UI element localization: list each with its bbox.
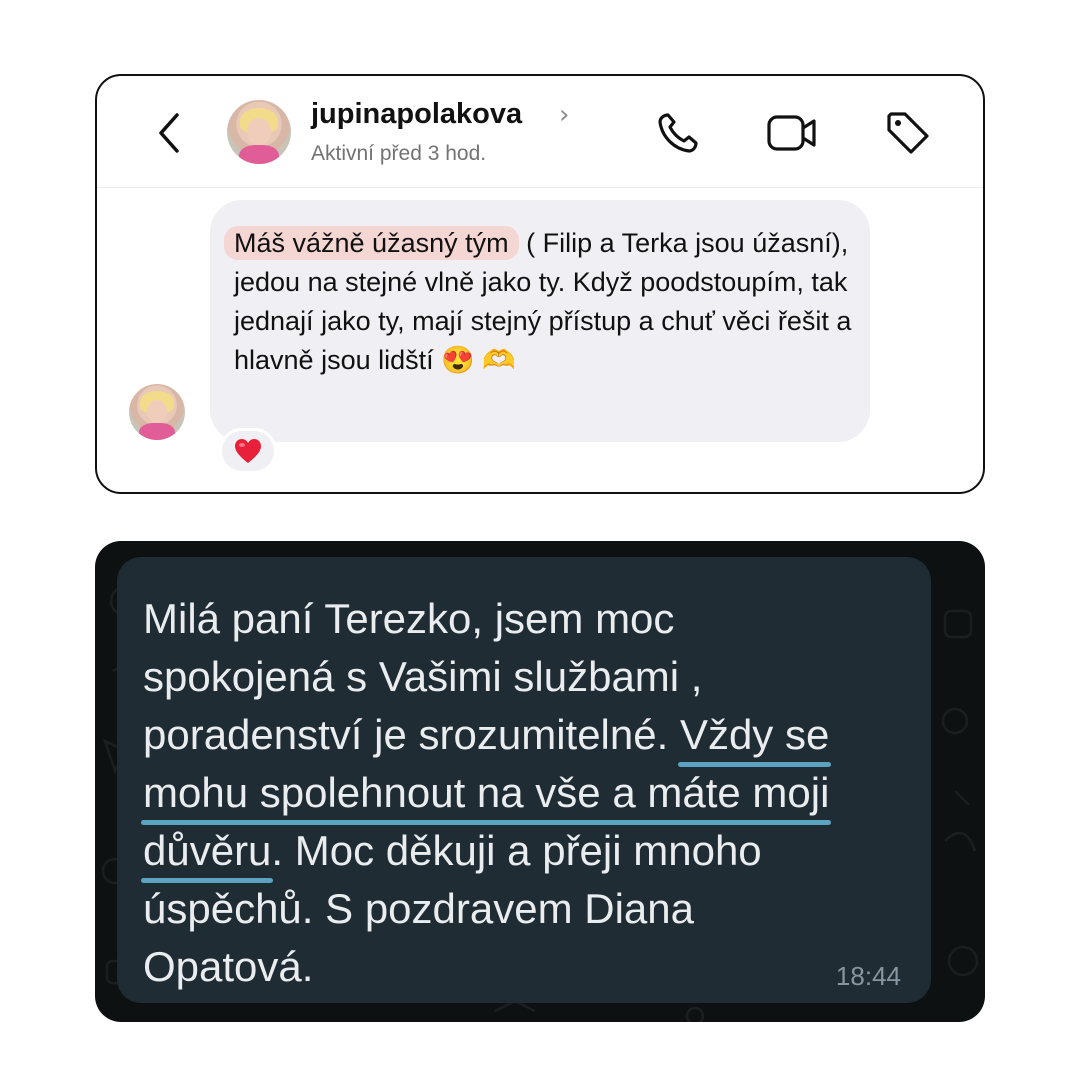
message-text: Máš vážně úžasný tým ( Filip a Terka jso… (224, 224, 854, 380)
message-line-text: . Moc děkuji a přeji mnoho (271, 827, 762, 874)
message-line: spokojená s Vašimi službami , (143, 653, 703, 700)
video-call-button[interactable] (765, 106, 819, 160)
emoji-reaction-text: 😍 🫶 (441, 345, 516, 375)
message-bubble[interactable]: Máš vážně úžasný tým ( Filip a Terka jso… (210, 200, 870, 442)
heart-reaction[interactable] (219, 428, 277, 474)
video-icon (767, 115, 816, 151)
message-line: Milá paní Terezko, jsem moc (143, 595, 675, 642)
profile-chevron-icon[interactable]: › (559, 100, 569, 130)
phone-icon (658, 113, 698, 153)
whatsapp-chat-card: Milá paní Terezko, jsem moc spokojená s … (95, 541, 985, 1022)
heart-icon (235, 439, 261, 463)
call-button[interactable] (651, 106, 705, 160)
message-line: poradenství je srozumitelné. Vždy se (143, 711, 832, 767)
underlined-text: Vždy se (677, 711, 832, 767)
active-status: Aktivní před 3 hod. (311, 142, 487, 165)
message-line: Opatová. (143, 943, 314, 990)
highlighted-text: Máš vážně úžasný tým (224, 226, 519, 260)
avatar[interactable] (227, 100, 291, 164)
message-line: mohu spolehnout na vše a máte moji (140, 769, 832, 825)
tag-icon (887, 112, 929, 154)
underlined-text: důvěru (140, 827, 274, 883)
back-button[interactable] (149, 108, 189, 158)
tag-button[interactable] (881, 106, 935, 160)
sender-avatar[interactable] (129, 384, 185, 440)
underlined-text: mohu spolehnout na vše a máte moji (140, 769, 832, 825)
back-icon (159, 113, 179, 153)
message-line: úspěchů. S pozdravem Diana (143, 885, 694, 932)
chat-header: jupinapolakova › Aktivní před 3 hod. (97, 76, 983, 188)
message-line: důvěru. Moc děkuji a přeji mnoho (140, 827, 762, 883)
username[interactable]: jupinapolakova (311, 98, 522, 131)
instagram-chat-card: jupinapolakova › Aktivní před 3 hod. Máš… (95, 74, 985, 494)
message-bubble[interactable]: Milá paní Terezko, jsem moc spokojená s … (117, 557, 931, 1003)
message-line-text: poradenství je srozumitelné. (143, 711, 680, 758)
message-timestamp: 18:44 (835, 961, 901, 991)
